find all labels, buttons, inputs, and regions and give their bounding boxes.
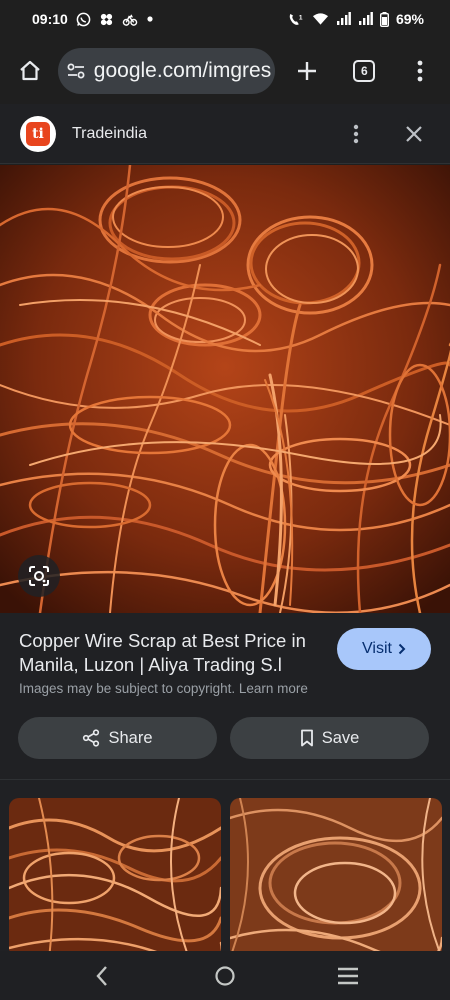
recents-button[interactable] bbox=[323, 956, 373, 996]
status-bar: 09:10 1 69% bbox=[0, 0, 450, 38]
site-settings-icon[interactable] bbox=[66, 62, 86, 80]
pinwheel-icon bbox=[99, 12, 114, 27]
browser-toolbar: google.com/imgres 6 bbox=[0, 38, 450, 104]
related-image-1[interactable] bbox=[9, 798, 221, 951]
copyright-text: Images may be subject to copyright. bbox=[19, 681, 236, 696]
result-info: Copper Wire Scrap at Best Price in Manil… bbox=[0, 613, 450, 779]
dot-icon bbox=[146, 15, 154, 23]
more-options-button[interactable] bbox=[336, 114, 376, 154]
learn-more-link[interactable]: Learn more bbox=[239, 681, 308, 696]
result-title[interactable]: Copper Wire Scrap at Best Price in Manil… bbox=[19, 629, 324, 677]
visit-button[interactable]: Visit bbox=[337, 628, 431, 670]
home-button[interactable] bbox=[10, 51, 50, 91]
signal-icon bbox=[358, 12, 373, 26]
tab-switcher-button[interactable]: 6 bbox=[344, 51, 384, 91]
system-nav-bar bbox=[0, 951, 450, 1000]
browser-menu-button[interactable] bbox=[400, 51, 440, 91]
related-images bbox=[0, 779, 450, 951]
battery-level: 69% bbox=[395, 11, 424, 27]
home-circle-icon bbox=[215, 965, 235, 986]
copper-wire-photo bbox=[0, 165, 450, 613]
copyright-notice: Images may be subject to copyright. Lear… bbox=[19, 681, 308, 696]
lens-icon bbox=[29, 566, 49, 586]
bookmark-icon bbox=[300, 729, 313, 747]
image-viewer-header: ti Tradeindia bbox=[0, 104, 450, 164]
bike-icon bbox=[122, 12, 138, 27]
site-logo-mark: ti bbox=[26, 121, 50, 146]
home-nav-button[interactable] bbox=[200, 956, 250, 996]
google-lens-button[interactable] bbox=[18, 555, 60, 597]
site-logo[interactable]: ti bbox=[20, 115, 56, 152]
share-button[interactable]: Share bbox=[18, 717, 217, 759]
close-icon bbox=[406, 125, 422, 142]
save-button[interactable]: Save bbox=[230, 717, 429, 759]
svg-text:1: 1 bbox=[299, 14, 303, 21]
plus-icon bbox=[297, 62, 316, 80]
address-bar[interactable]: google.com/imgres bbox=[57, 48, 275, 94]
signal-icon bbox=[336, 12, 351, 26]
home-icon bbox=[20, 60, 40, 81]
more-vert-icon bbox=[353, 124, 359, 143]
main-image[interactable] bbox=[0, 165, 450, 613]
recents-icon bbox=[338, 967, 359, 984]
url-text[interactable]: google.com/imgres bbox=[94, 59, 271, 83]
chevron-right-icon bbox=[398, 643, 406, 655]
wifi-icon bbox=[312, 12, 329, 26]
share-label: Share bbox=[108, 728, 153, 747]
new-tab-button[interactable] bbox=[287, 51, 327, 91]
share-icon bbox=[83, 729, 100, 747]
site-name[interactable]: Tradeindia bbox=[72, 125, 147, 143]
close-button[interactable] bbox=[394, 114, 434, 154]
related-image-2[interactable] bbox=[230, 798, 442, 951]
save-label: Save bbox=[321, 728, 360, 747]
wifi-calling-icon: 1 bbox=[287, 12, 305, 27]
back-button[interactable] bbox=[77, 956, 127, 996]
whatsapp-icon bbox=[76, 12, 91, 27]
back-icon bbox=[96, 965, 107, 986]
visit-label: Visit bbox=[362, 640, 392, 657]
more-vert-icon bbox=[417, 60, 423, 82]
battery-icon bbox=[379, 11, 389, 27]
status-time: 09:10 bbox=[32, 11, 68, 27]
tab-count[interactable]: 6 bbox=[353, 60, 376, 82]
